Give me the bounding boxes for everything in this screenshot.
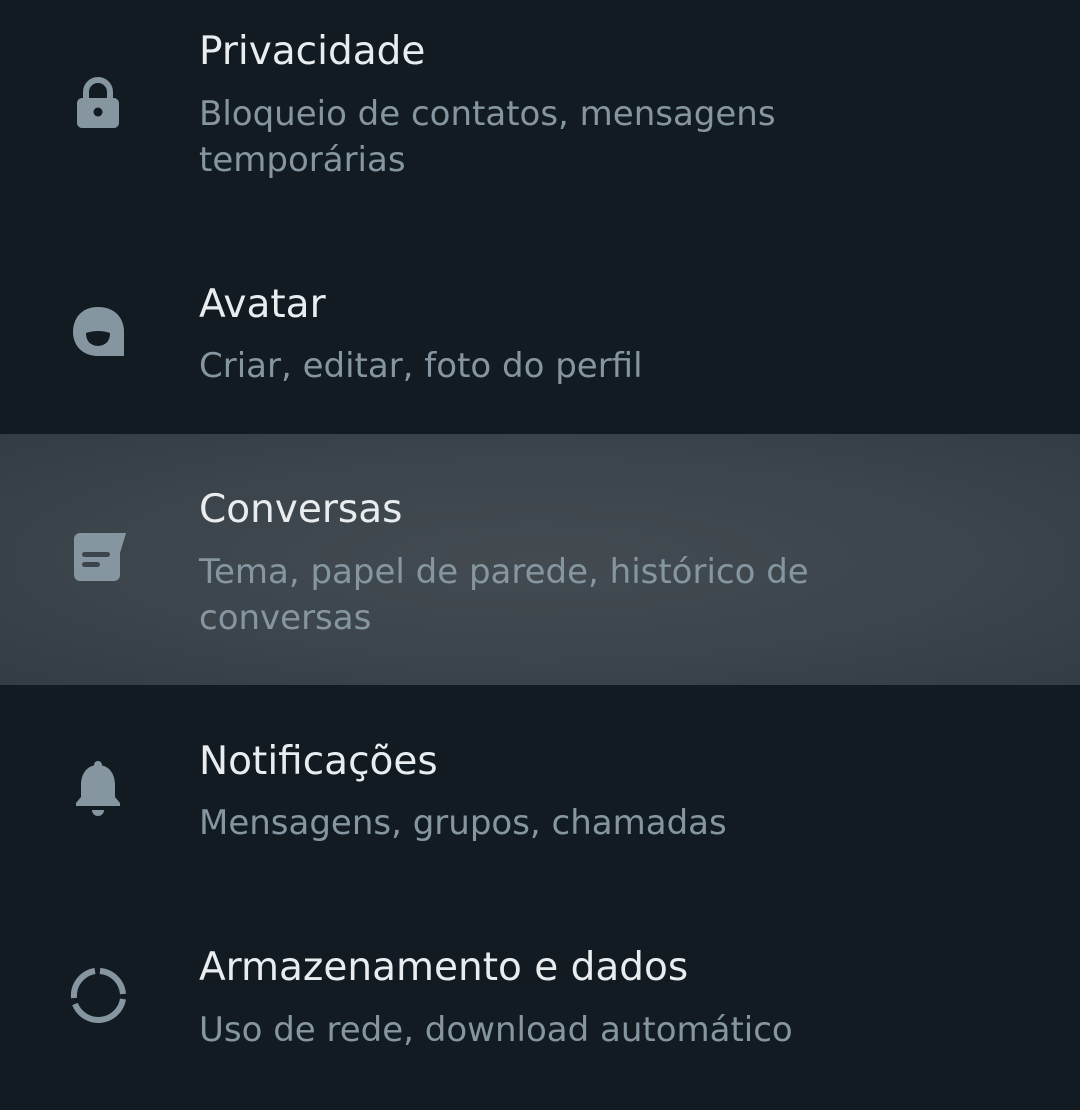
settings-item-avatar[interactable]: Avatar Criar, editar, foto do perfil bbox=[0, 232, 1080, 434]
settings-item-chats[interactable]: Conversas Tema, papel de parede, históri… bbox=[0, 434, 1080, 685]
chat-message-icon bbox=[66, 527, 130, 591]
settings-item-subtitle: Mensagens, grupos, chamadas bbox=[199, 803, 727, 843]
settings-item-notifications[interactable]: Notificações Mensagens, grupos, chamadas bbox=[0, 685, 1080, 890]
settings-item-title: Conversas bbox=[199, 487, 403, 532]
settings-item-storage[interactable]: Armazenamento e dados Uso de rede, downl… bbox=[0, 890, 1080, 1110]
settings-item-title: Privacidade bbox=[199, 29, 426, 74]
data-usage-circle-icon bbox=[66, 964, 130, 1028]
settings-item-privacy[interactable]: Privacidade Bloqueio de contatos, mensag… bbox=[0, 0, 1080, 232]
settings-item-title: Notificações bbox=[199, 739, 438, 784]
settings-item-subtitle: Criar, editar, foto do perfil bbox=[199, 346, 643, 386]
lock-icon bbox=[66, 70, 130, 134]
settings-item-subtitle: Uso de rede, download automático bbox=[199, 1010, 793, 1050]
settings-item-subtitle: Bloqueio de contatos, mensagens temporár… bbox=[199, 94, 776, 180]
bell-icon bbox=[66, 757, 130, 821]
settings-item-title: Armazenamento e dados bbox=[199, 945, 689, 990]
avatar-face-icon bbox=[66, 300, 130, 364]
settings-item-title: Avatar bbox=[199, 282, 326, 327]
settings-item-subtitle: Tema, papel de parede, histórico de conv… bbox=[199, 552, 809, 638]
settings-list: Privacidade Bloqueio de contatos, mensag… bbox=[0, 0, 1080, 1110]
